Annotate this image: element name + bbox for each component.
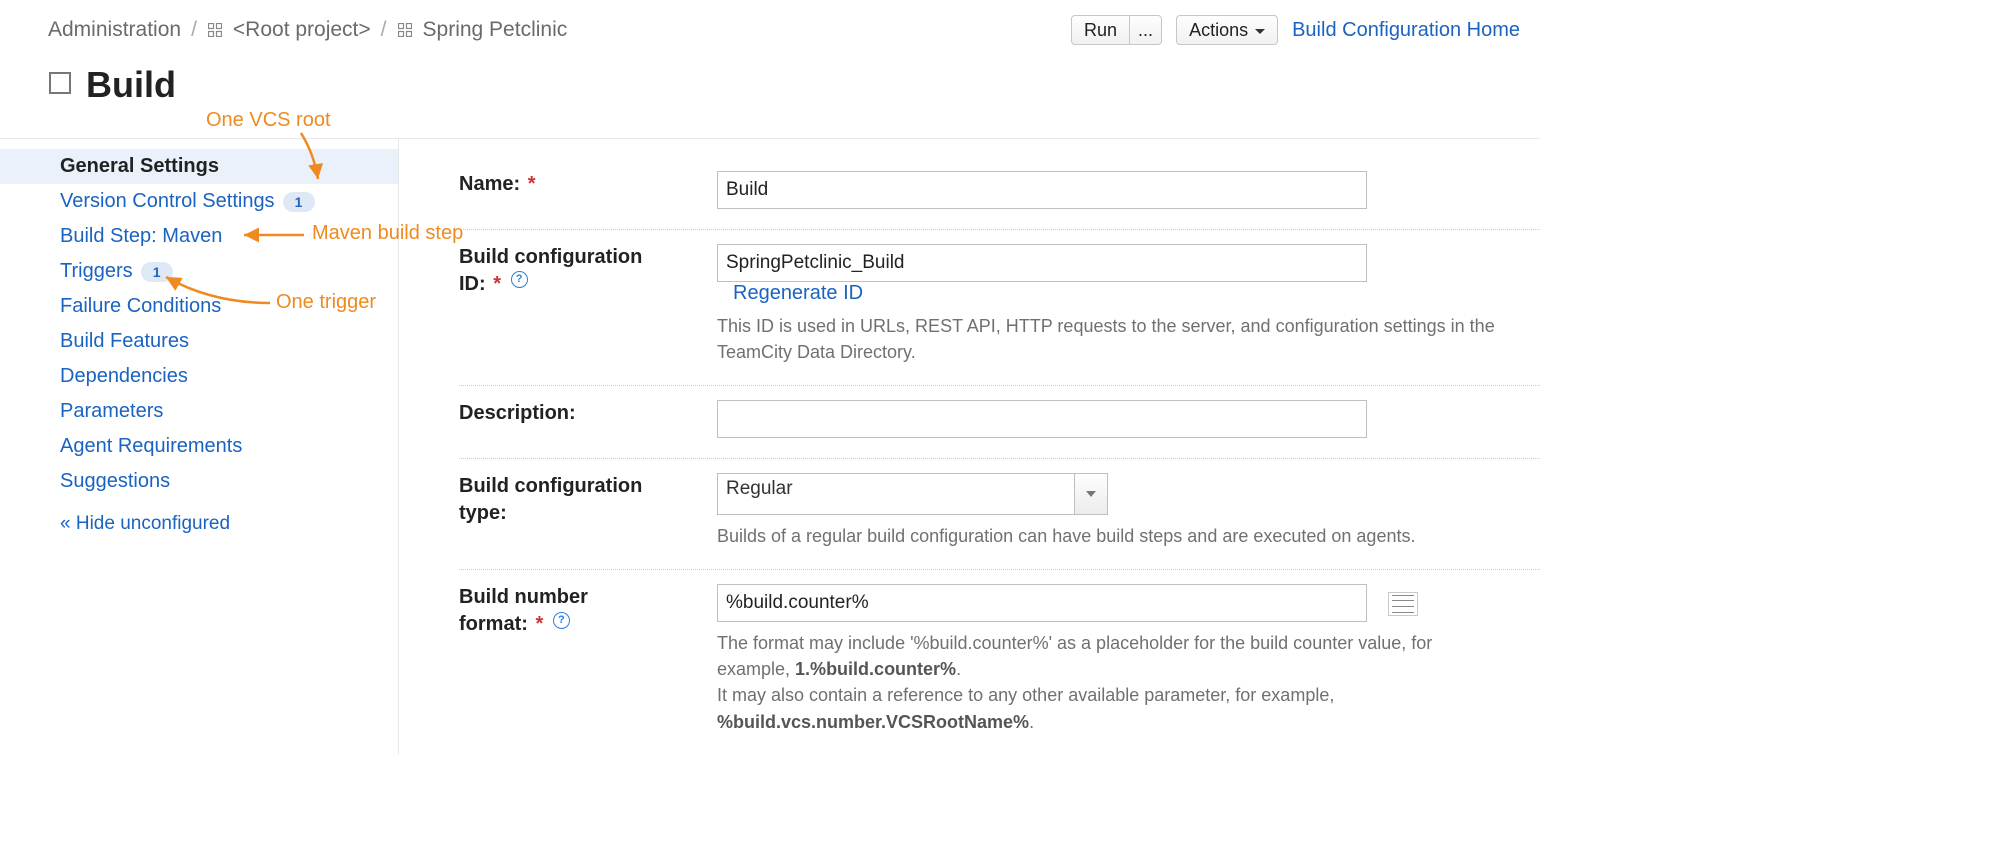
form-row-type: Build configuration type: Regular Builds… [459,459,1540,570]
sidebar-badge: 1 [283,192,315,212]
regenerate-id-link[interactable]: Regenerate ID [733,282,863,305]
breadcrumb-sep: / [381,18,387,42]
field-label: Build configuration type: [459,473,717,527]
field-label: Name: * [459,171,717,198]
sidebar-item-dependencies[interactable]: Dependencies [0,359,398,394]
actions-button[interactable]: Actions [1176,15,1278,45]
build-config-id-input[interactable] [717,244,1367,282]
form-row-description: Description: [459,386,1540,459]
form-row-build-number: Build number format: * ? The format may … [459,570,1540,754]
sidebar-item-label: Build Features [60,330,189,353]
sidebar-item-label: Triggers [60,260,133,283]
form-row-id: Build configuration ID: * ? Regenerate I… [459,230,1540,386]
chevron-down-icon [1255,29,1265,34]
project-icon [397,22,413,38]
sidebar-item-label: Failure Conditions [60,295,221,318]
help-icon[interactable]: ? [553,612,570,629]
header-actions: Run ... Actions Build Configuration Home [1071,15,1540,45]
required-marker: * [528,173,536,195]
sidebar-item-label: General Settings [60,155,219,178]
run-button[interactable]: Run [1071,15,1130,45]
breadcrumb-root[interactable]: <Root project> [233,18,371,42]
field-label: Build number format: * ? [459,584,717,638]
chevron-down-icon[interactable] [1075,474,1107,514]
sidebar-item-triggers[interactable]: Triggers 1 [0,254,398,289]
breadcrumb-sep: / [191,18,197,42]
sidebar-item-build-step[interactable]: Build Step: Maven [0,219,398,254]
sidebar-item-label: Parameters [60,400,163,423]
project-icon [207,22,223,38]
sidebar-item-general-settings[interactable]: General Settings [0,149,398,184]
required-marker: * [493,273,501,295]
breadcrumb: Administration / <Root project> / Spring… [48,18,567,42]
build-config-type-select[interactable]: Regular [717,473,1108,515]
help-text: This ID is used in URLs, REST API, HTTP … [717,313,1500,365]
build-config-home-link[interactable]: Build Configuration Home [1292,19,1520,42]
page-title: Build [86,64,176,106]
required-marker: * [535,613,543,635]
sidebar-item-label: Suggestions [60,470,170,493]
field-label: Description: [459,400,717,427]
sidebar-item-label: Version Control Settings [60,190,275,213]
sidebar-item-label: Agent Requirements [60,435,242,458]
sidebar-item-parameters[interactable]: Parameters [0,394,398,429]
field-label: Build configuration ID: * ? [459,244,717,298]
run-more-button[interactable]: ... [1129,15,1162,45]
title-row: Build [0,50,1540,139]
form-row-name: Name: * [459,157,1540,230]
description-input[interactable] [717,400,1367,438]
sidebar-item-failure-conditions[interactable]: Failure Conditions [0,289,398,324]
sidebar-item-build-features[interactable]: Build Features [0,324,398,359]
sidebar-item-agent-requirements[interactable]: Agent Requirements [0,429,398,464]
breadcrumb-project[interactable]: Spring Petclinic [423,18,568,42]
sidebar-item-label: Dependencies [60,365,188,388]
sidebar-badge: 1 [141,262,173,282]
hide-unconfigured-link[interactable]: « Hide unconfigured [0,499,398,535]
sidebar-item-label: Build Step: Maven [60,225,222,248]
build-config-icon [48,71,72,100]
name-input[interactable] [717,171,1367,209]
build-number-format-input[interactable] [717,584,1367,622]
edit-multiline-icon[interactable] [1388,592,1418,616]
topbar: Administration / <Root project> / Spring… [0,0,1540,50]
sidebar-item-suggestions[interactable]: Suggestions [0,464,398,499]
general-settings-form: Name: * Build configuration ID: * ? Rege… [399,139,1540,755]
select-value: Regular [718,474,1075,514]
breadcrumb-admin[interactable]: Administration [48,18,181,42]
help-text: The format may include '%build.counter%'… [717,630,1500,734]
sidebar-item-vcs-settings[interactable]: Version Control Settings 1 [0,184,398,219]
help-text: Builds of a regular build configuration … [717,523,1500,549]
help-icon[interactable]: ? [511,271,528,288]
sidebar: General Settings Version Control Setting… [0,139,399,755]
